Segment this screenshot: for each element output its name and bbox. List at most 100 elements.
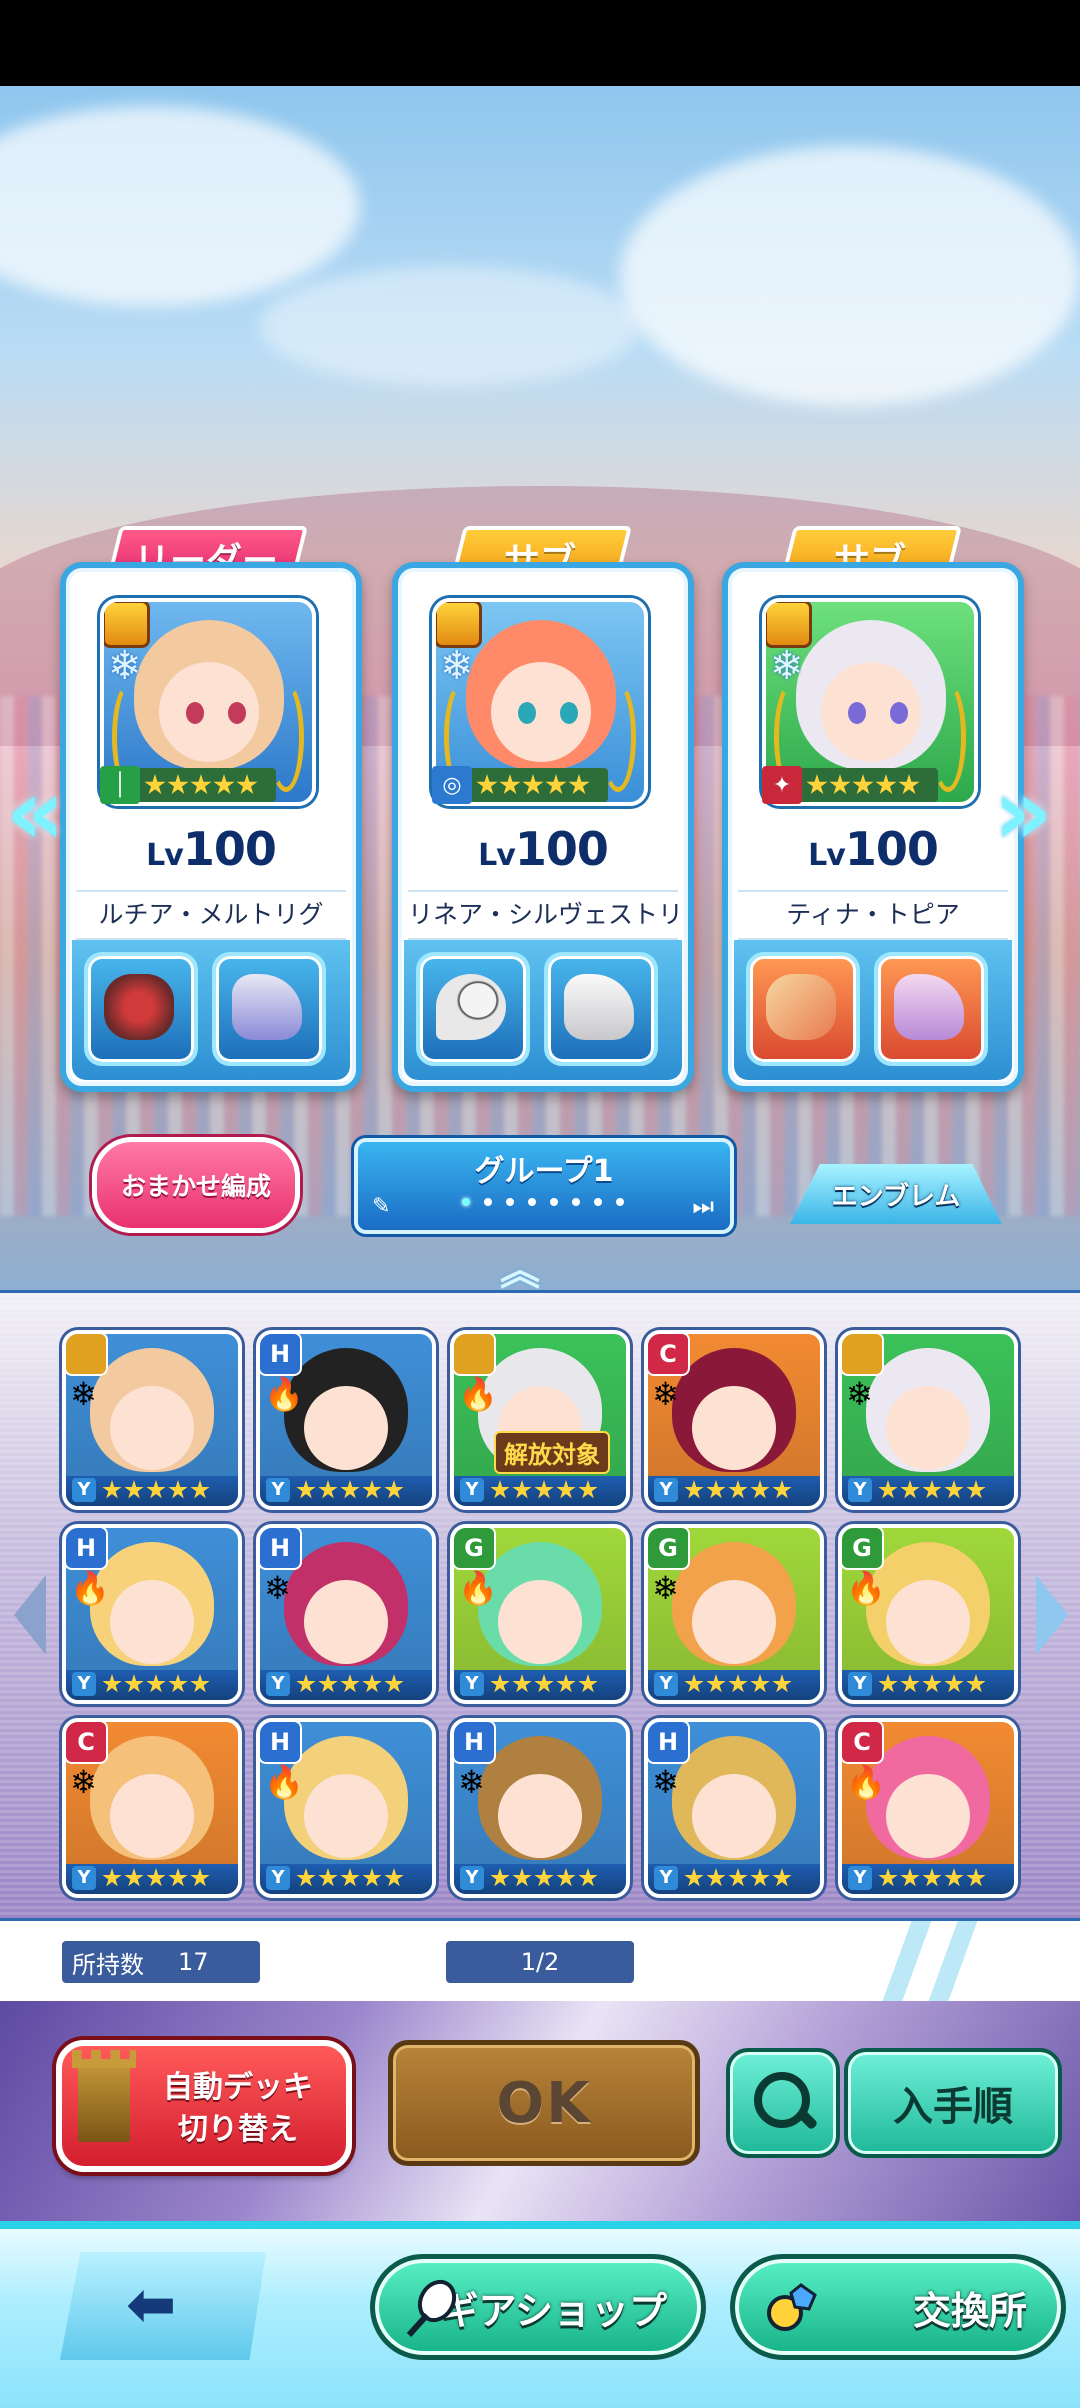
element-icon: 🔥 (458, 1569, 498, 1607)
element-icon: 🔥 (458, 1375, 498, 1413)
unit-card[interactable]: H 🔥 Y (256, 1718, 436, 1898)
gear-shop-label: ギアショップ (440, 2288, 667, 2333)
rank-badge-icon: H (648, 1722, 690, 1764)
rank-badge-icon (66, 1334, 108, 1376)
element-icon: ❄ (264, 1569, 291, 1607)
emblem-label: エンブレム (831, 1182, 961, 1212)
rarity-stars: Y (454, 1864, 626, 1894)
snowflake-icon: ❄ (440, 643, 474, 689)
gear-shop-button[interactable]: ギアショップ (370, 2254, 706, 2360)
group-title: グループ1 (474, 1154, 614, 1189)
element-icon: 🔥 (264, 1375, 304, 1413)
type-icon: Y (848, 1478, 872, 1502)
unit-card[interactable]: H 🔥 Y (62, 1524, 242, 1704)
exchange-button[interactable]: 交換所 (730, 2254, 1066, 2360)
list-prev-arrow-icon[interactable] (14, 1575, 46, 1655)
gear-slot-shoes[interactable] (544, 952, 658, 1066)
type-icon: Y (460, 1866, 484, 1890)
group-page-dots (462, 1198, 624, 1206)
group-selector[interactable]: グループ1 ✎ ⏭ (354, 1138, 734, 1234)
type-icon: Y (654, 1866, 678, 1890)
racket-icon (406, 2279, 457, 2338)
pencil-icon[interactable]: ✎ (372, 1194, 390, 1219)
unit-card[interactable]: G 🔥 Y (838, 1524, 1018, 1704)
rank-badge-icon: G (454, 1528, 496, 1570)
gift-icon (436, 602, 482, 648)
level-label: Lv100 (808, 822, 939, 876)
emblem-button[interactable]: エンブレム (790, 1150, 1002, 1224)
gear-slot-racket[interactable] (84, 952, 198, 1066)
unit-card[interactable]: H ❄ Y (256, 1524, 436, 1704)
unit-card[interactable]: H ❄ Y (644, 1718, 824, 1898)
unit-card[interactable]: ❄ Y (838, 1330, 1018, 1510)
exchange-label: 交換所 (912, 2288, 1027, 2333)
unit-card[interactable]: G ❄ Y (644, 1524, 824, 1704)
arrow-right-icon[interactable]: » (994, 760, 1052, 865)
element-icon: ❄ (846, 1375, 873, 1413)
status-bar (0, 0, 1080, 86)
level-label: Lv100 (478, 822, 609, 876)
type-badge-icon: │ (100, 766, 140, 804)
rank-badge-icon: C (842, 1722, 884, 1764)
auto-deck-label-1: 自動デッキ (163, 2070, 313, 2105)
page-indicator: 1/2 (446, 1941, 634, 1983)
snowflake-icon: ❄ (108, 643, 142, 689)
rarity-stars: Y (842, 1864, 1014, 1894)
type-icon: Y (848, 1866, 872, 1890)
count-bar: 所持数 17 1/2 (0, 1918, 1080, 2004)
type-icon: Y (72, 1478, 96, 1502)
unit-card[interactable]: C ❄ Y (62, 1718, 242, 1898)
unit-card[interactable]: H 🔥 Y (256, 1330, 436, 1510)
deck-card-leader[interactable]: ❄ │ Lv100 ルチア・メルトリグ (60, 562, 362, 1092)
rank-badge-icon: H (66, 1528, 108, 1570)
rarity-stars: Y (648, 1864, 820, 1894)
auto-formation-button[interactable]: おまかせ編成 (92, 1137, 300, 1233)
list-next-arrow-icon[interactable] (1036, 1575, 1068, 1655)
gear-slot-shoes[interactable] (212, 952, 326, 1066)
back-button[interactable]: ⬅ (60, 2252, 266, 2360)
rank-badge-icon: H (260, 1334, 302, 1376)
release-target-badge: 解放対象 (494, 1431, 610, 1474)
gear-slot-racket[interactable] (746, 952, 860, 1066)
unit-card[interactable]: C 🔥 Y (838, 1718, 1018, 1898)
rarity-stars: Y (648, 1670, 820, 1700)
sort-order-button[interactable]: 入手順 (844, 2048, 1062, 2158)
element-icon: 🔥 (846, 1763, 886, 1801)
unit-card[interactable]: H ❄ Y (450, 1718, 630, 1898)
rank-badge-icon: G (648, 1528, 690, 1570)
gear-slot-shoes[interactable] (874, 952, 988, 1066)
rank-badge-icon: C (66, 1722, 108, 1764)
deck-card-sub-1[interactable]: ❄ ◎ Lv100 リネア・シルヴェストリ (392, 562, 694, 1092)
element-icon: 🔥 (70, 1569, 110, 1607)
type-icon: Y (654, 1478, 678, 1502)
element-icon: ❄ (652, 1569, 679, 1607)
type-icon: Y (460, 1478, 484, 1502)
unit-card[interactable]: ❄ Y (62, 1330, 242, 1510)
auto-deck-label-2: 切り替え (178, 2112, 298, 2147)
unit-card[interactable]: G 🔥 Y (450, 1524, 630, 1704)
element-icon: 🔥 (264, 1763, 304, 1801)
deck-card-sub-2[interactable]: ❄ ✦ Lv100 ティナ・トピア (722, 562, 1024, 1092)
snowflake-icon: ❄ (770, 643, 804, 689)
rarity-stars: Y (648, 1476, 820, 1506)
rank-badge-icon: G (842, 1528, 884, 1570)
ok-button[interactable]: OK (388, 2040, 700, 2166)
fast-forward-icon[interactable]: ⏭ (692, 1192, 714, 1220)
search-button[interactable] (726, 2048, 840, 2158)
chevron-up-icon[interactable]: ︽ (500, 1238, 540, 1296)
type-icon: Y (72, 1866, 96, 1890)
unit-card[interactable]: 🔥 解放対象 Y (450, 1330, 630, 1510)
rank-badge-icon (454, 1334, 496, 1376)
character-name: リネア・シルヴェストリ (408, 890, 678, 940)
arrow-left-icon[interactable]: « (6, 760, 64, 865)
auto-deck-switch-button[interactable]: 自動デッキ 切り替え (56, 2040, 352, 2172)
type-icon: Y (72, 1672, 96, 1696)
rank-badge-icon: C (648, 1334, 690, 1376)
unit-card[interactable]: C ❄ Y (644, 1330, 824, 1510)
character-name: ルチア・メルトリグ (76, 890, 346, 940)
type-icon: Y (266, 1478, 290, 1502)
element-icon: ❄ (652, 1375, 679, 1413)
gear-slot-racket[interactable] (416, 952, 530, 1066)
rank-badge-icon: H (260, 1722, 302, 1764)
back-arrow-icon: ⬅ (126, 2270, 177, 2340)
